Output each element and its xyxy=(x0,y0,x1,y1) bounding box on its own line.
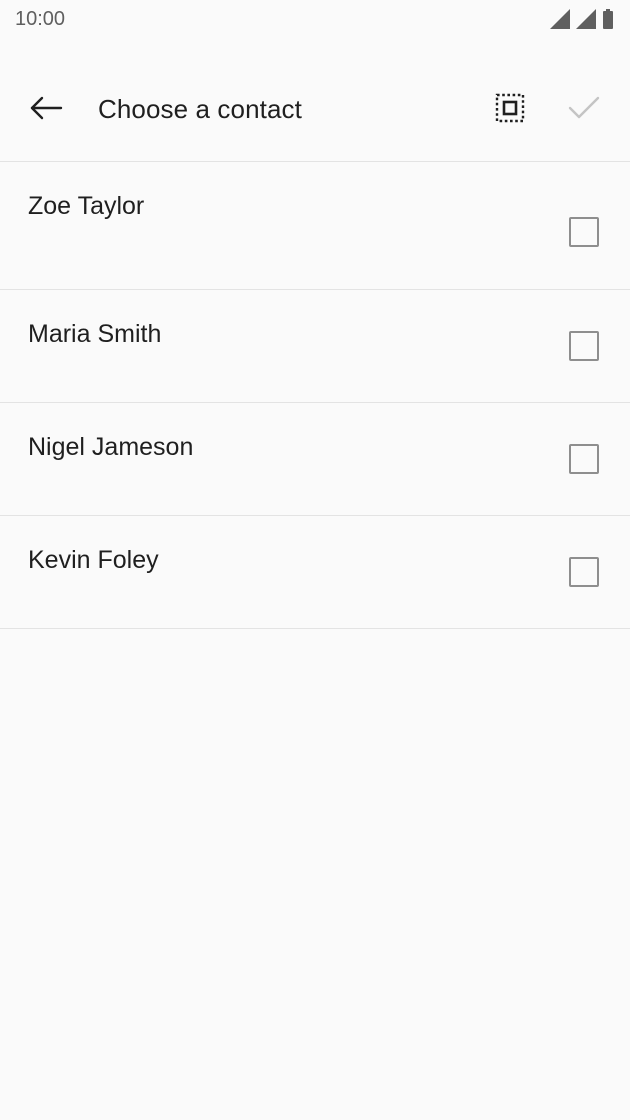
status-bar: 10:00 xyxy=(0,0,630,40)
contact-name: Maria Smith xyxy=(28,320,162,348)
contact-checkbox[interactable] xyxy=(569,444,599,474)
contact-name: Nigel Jameson xyxy=(28,433,194,461)
contact-checkbox[interactable] xyxy=(569,557,599,587)
list-item[interactable]: Zoe Taylor xyxy=(0,162,630,289)
check-icon xyxy=(568,96,600,125)
signal-icon xyxy=(550,9,570,29)
list-item[interactable]: Maria Smith xyxy=(0,290,630,402)
list-item[interactable]: Kevin Foley xyxy=(0,516,630,628)
app-bar: Choose a contact xyxy=(0,60,630,161)
select-all-icon xyxy=(495,93,525,128)
screen: 10:00 Choose a contact Zoe Taylor Maria … xyxy=(0,0,630,1120)
contact-checkbox[interactable] xyxy=(569,217,599,247)
status-time: 10:00 xyxy=(15,8,66,30)
confirm-button[interactable] xyxy=(558,84,610,136)
select-all-button[interactable] xyxy=(484,84,536,136)
list-divider xyxy=(0,628,630,629)
status-icons xyxy=(550,9,614,29)
contact-name: Zoe Taylor xyxy=(28,192,145,220)
signal-icon xyxy=(576,9,596,29)
contact-name: Kevin Foley xyxy=(28,546,159,574)
battery-icon xyxy=(602,9,614,29)
page-title: Choose a contact xyxy=(98,94,302,124)
contact-list: Zoe Taylor Maria Smith Nigel Jameson Kev… xyxy=(0,162,630,629)
arrow-back-icon xyxy=(29,96,63,125)
back-button[interactable] xyxy=(20,84,72,136)
list-item[interactable]: Nigel Jameson xyxy=(0,403,630,515)
contact-checkbox[interactable] xyxy=(569,331,599,361)
